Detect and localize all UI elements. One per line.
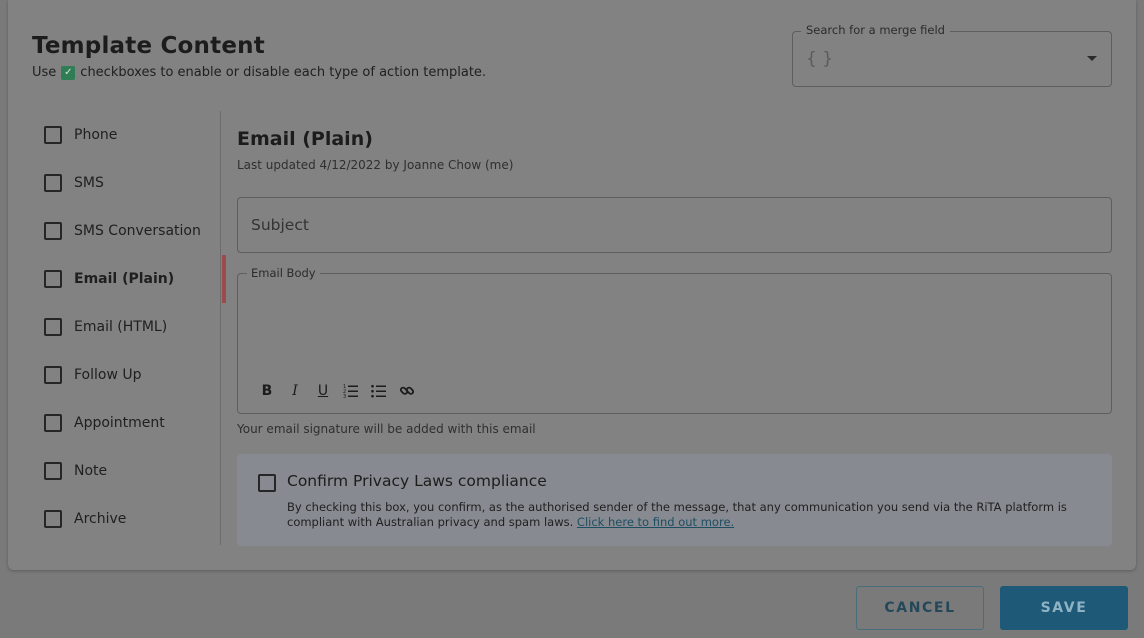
merge-field-placeholder[interactable]: { } [806, 49, 833, 69]
checkbox-sms[interactable] [44, 174, 62, 192]
sidebar-item-label: Archive [74, 511, 127, 527]
checkbox-note[interactable] [44, 462, 62, 480]
checkbox-email-html[interactable] [44, 318, 62, 336]
last-updated-text: Last updated 4/12/2022 by Joanne Chow (m… [237, 158, 514, 172]
template-content-card: Template Content Use ✓ checkboxes to ena… [8, 0, 1136, 570]
privacy-learn-more-link[interactable]: Click here to find out more. [577, 515, 734, 529]
sidebar-item-follow-up[interactable]: Follow Up [32, 351, 221, 399]
bold-icon[interactable]: B [258, 382, 276, 400]
privacy-compliance-checkbox[interactable] [258, 474, 276, 492]
sidebar-item-label: Email (HTML) [74, 319, 168, 335]
save-button[interactable]: SAVE [1000, 586, 1128, 630]
sidebar-item-label: Follow Up [74, 367, 142, 383]
sidebar-item-sms-conversation[interactable]: SMS Conversation [32, 207, 221, 255]
sidebar-item-label: SMS Conversation [74, 223, 201, 239]
checkbox-phone[interactable] [44, 126, 62, 144]
numbered-list-icon[interactable]: 123 [342, 382, 360, 400]
email-body-label: Email Body [247, 266, 320, 280]
subject-placeholder: Subject [251, 216, 309, 234]
privacy-description: By checking this box, you confirm, as th… [287, 500, 1107, 530]
sidebar-item-label: SMS [74, 175, 104, 191]
sidebar-item-label: Note [74, 463, 108, 479]
italic-icon[interactable]: I [286, 382, 304, 400]
sidebar-item-appointment[interactable]: Appointment [32, 399, 221, 447]
sidebar-item-note[interactable]: Note [32, 447, 221, 495]
email-body-editor[interactable]: Email Body B I U 123 [237, 266, 1112, 414]
merge-field-label: Search for a merge field [801, 23, 950, 37]
checkbox-sms-conversation[interactable] [44, 222, 62, 240]
sidebar-item-email-plain[interactable]: Email (Plain) [32, 255, 226, 303]
sidebar-item-email-html[interactable]: Email (HTML) [32, 303, 221, 351]
page-subtitle: Use ✓ checkboxes to enable or disable ea… [32, 65, 486, 80]
checkbox-checked-icon: ✓ [61, 65, 76, 80]
cancel-button[interactable]: CANCEL [856, 586, 984, 630]
subtitle-suffix: checkboxes to enable or disable each typ… [80, 65, 487, 80]
checkbox-archive[interactable] [44, 510, 62, 528]
sidebar-item-sms[interactable]: SMS [32, 159, 221, 207]
merge-field-search[interactable]: Search for a merge field { } [792, 23, 1112, 87]
sidebar-item-label: Phone [74, 127, 118, 143]
privacy-compliance-panel: Confirm Privacy Laws compliance By check… [237, 454, 1112, 546]
signature-note: Your email signature will be added with … [237, 422, 536, 436]
sidebar-item-label: Email (Plain) [74, 271, 175, 287]
formatting-toolbar: B I U 123 [258, 382, 416, 400]
editor-heading: Email (Plain) [237, 128, 373, 150]
privacy-title: Confirm Privacy Laws compliance [287, 472, 547, 490]
template-type-sidebar: Phone SMS SMS Conversation Email (Plain)… [32, 111, 226, 545]
underline-icon[interactable]: U [314, 382, 332, 400]
bulleted-list-icon[interactable] [370, 382, 388, 400]
sidebar-item-phone[interactable]: Phone [32, 111, 221, 159]
link-icon[interactable] [398, 382, 416, 400]
page-title: Template Content [32, 33, 265, 59]
checkbox-email-plain[interactable] [44, 270, 62, 288]
checkbox-follow-up[interactable] [44, 366, 62, 384]
subtitle-prefix: Use [32, 65, 57, 80]
subject-input[interactable]: Subject [237, 197, 1112, 253]
dropdown-caret-icon[interactable] [1087, 56, 1097, 61]
svg-text:3: 3 [343, 394, 346, 399]
sidebar-item-label: Appointment [74, 415, 165, 431]
checkbox-appointment[interactable] [44, 414, 62, 432]
sidebar-item-archive[interactable]: Archive [32, 495, 221, 543]
